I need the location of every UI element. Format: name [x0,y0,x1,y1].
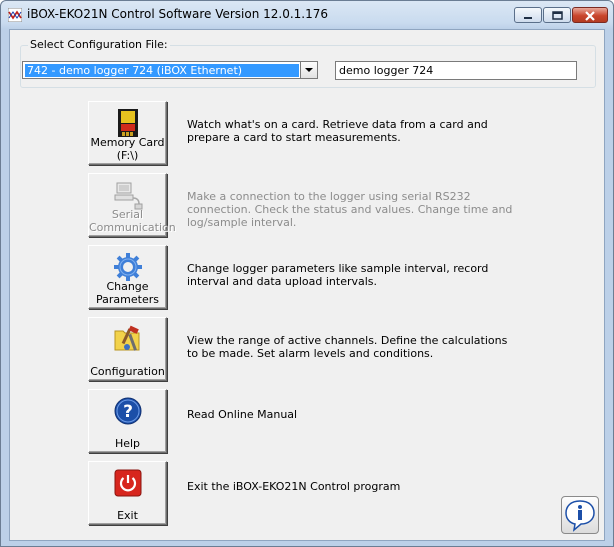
help-label: Help [114,437,141,450]
memory-card-icon [118,109,138,137]
dropdown-arrow-icon[interactable] [300,62,317,78]
exit-description: Exit the iBOX-EKO21N Control program [187,480,401,493]
help-icon: ? [114,397,142,425]
config-file-select[interactable]: 742 - demo logger 724 (iBOX Ethernet) [22,61,318,79]
app-icon [8,8,22,22]
main-panel: Select Configuration File: 742 - demo lo… [9,29,605,541]
memory-card-description: Watch what's on a card. Retrieve data fr… [187,118,488,144]
memory-card-button[interactable]: Memory Card (F:\) [88,101,167,165]
serial-label: Serial [111,208,144,221]
help-button[interactable]: ? Help [88,389,167,453]
memory-card-label: Memory Card [90,136,165,149]
exit-label: Exit [117,509,138,522]
window-title: iBOX-EKO21N Control Software Version 12.… [27,7,329,21]
close-button[interactable] [572,7,608,23]
info-icon [565,500,595,532]
minimize-button[interactable] [514,7,542,23]
power-icon [114,469,142,497]
memory-card-drive-label: (F:\) [116,149,139,162]
app-window: iBOX-EKO21N Control Software Version 12.… [0,0,614,547]
svg-text:?: ? [123,402,133,422]
maximize-button[interactable] [543,7,571,23]
change-parameters-description: Change logger parameters like sample int… [187,262,489,288]
maximize-icon [552,11,563,20]
gear-icon [114,253,142,281]
minimize-icon [524,17,532,19]
serial-communication-label: Communication [89,221,176,234]
config-file-selected-value: 742 - demo logger 724 (iBOX Ethernet) [25,64,299,77]
folder-tools-icon [114,325,140,351]
exit-button[interactable]: Exit [88,461,167,525]
close-icon [585,11,595,21]
about-button[interactable] [561,496,599,534]
parameters-label: Parameters [96,293,159,306]
configuration-button[interactable]: Configuration [88,317,167,381]
configuration-label: Configuration [90,365,165,378]
serial-communication-description: Make a connection to the logger using se… [187,190,513,229]
config-file-label: Select Configuration File: [28,38,170,51]
serial-communication-button[interactable]: Serial Communication [88,173,176,237]
change-parameters-button[interactable]: Change Parameters [88,245,167,309]
change-label: Change [106,280,149,293]
title-bar[interactable]: iBOX-EKO21N Control Software Version 12.… [1,1,613,29]
configuration-description: View the range of active channels. Defin… [187,334,508,360]
help-description: Read Online Manual [187,408,298,421]
serial-computer-icon [114,182,143,210]
logger-name-field[interactable]: demo logger 724 [335,61,577,80]
